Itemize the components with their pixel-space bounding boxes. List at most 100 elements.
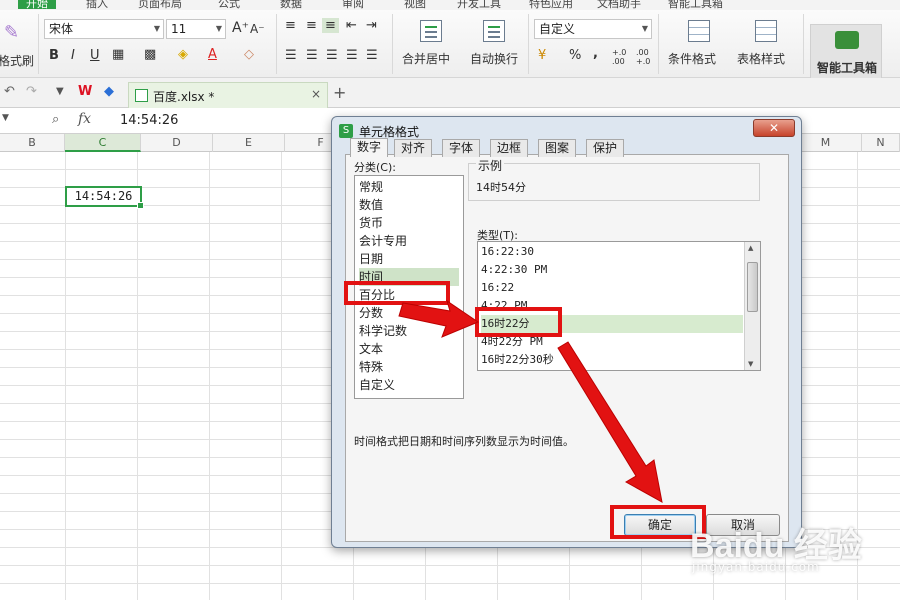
- ribbon-tab-developer[interactable]: 开发工具: [457, 0, 501, 10]
- ribbon-tab-review[interactable]: 审阅: [342, 0, 364, 10]
- align-center-icon[interactable]: ☰: [306, 48, 318, 63]
- increase-decimal-button[interactable]: +.0 .00: [612, 48, 632, 66]
- number-format-select[interactable]: 自定义 ▼: [534, 19, 652, 39]
- font-size-value: 11: [171, 22, 187, 36]
- ribbon-tab-special[interactable]: 特色应用: [529, 0, 573, 10]
- column-header-b[interactable]: B: [0, 134, 65, 152]
- distribute-icon[interactable]: ☰: [366, 48, 378, 63]
- category-general[interactable]: 常规: [359, 178, 459, 196]
- close-icon[interactable]: ✕: [753, 119, 795, 137]
- name-box-dropdown-icon[interactable]: ▼: [2, 113, 9, 123]
- scroll-up-icon[interactable]: ▲: [748, 244, 753, 252]
- ribbon-tab-home[interactable]: 开始: [18, 0, 56, 10]
- fill-color-icon[interactable]: ◈: [178, 47, 188, 62]
- increase-font-button[interactable]: A⁺: [232, 20, 249, 36]
- font-size-select[interactable]: 11 ▼: [166, 19, 226, 39]
- app-icon: S: [339, 124, 353, 138]
- tab-pattern[interactable]: 图案: [538, 139, 577, 157]
- quick-access-dropdown-icon[interactable]: ▼: [56, 86, 64, 97]
- undo-icon[interactable]: ↶: [4, 84, 15, 99]
- align-middle-icon[interactable]: ≡: [306, 18, 317, 33]
- category-currency[interactable]: 货币: [359, 214, 459, 232]
- tab-font[interactable]: 字体: [442, 139, 481, 157]
- category-fraction[interactable]: 分数: [359, 304, 459, 322]
- conditional-format-button[interactable]: 条件格式: [668, 50, 716, 67]
- category-scientific[interactable]: 科学记数: [359, 322, 459, 340]
- fill-pattern-icon[interactable]: ▩: [144, 47, 156, 62]
- category-date[interactable]: 日期: [359, 250, 459, 268]
- tab-protection[interactable]: 保护: [586, 139, 625, 157]
- formula-input[interactable]: 14:54:26: [120, 113, 178, 128]
- font-name-value: 宋体: [49, 22, 74, 36]
- comma-button[interactable]: ,: [593, 46, 598, 61]
- type-item[interactable]: 16时22分30秒: [481, 351, 743, 369]
- ribbon-divider: [658, 14, 659, 74]
- column-header-n[interactable]: N: [862, 134, 900, 152]
- type-item[interactable]: 16:22: [481, 279, 743, 297]
- percent-button[interactable]: %: [569, 48, 581, 63]
- table-style-button[interactable]: 表格样式: [737, 50, 785, 67]
- align-top-icon[interactable]: ≡: [285, 18, 296, 33]
- tab-border[interactable]: 边框: [490, 139, 529, 157]
- category-special[interactable]: 特殊: [359, 358, 459, 376]
- category-label: 分类(C):: [354, 161, 396, 174]
- column-header-e[interactable]: E: [213, 134, 285, 152]
- document-tab-label: 百度.xlsx *: [153, 90, 215, 104]
- document-tab[interactable]: 百度.xlsx * ×: [128, 82, 328, 108]
- font-color-button[interactable]: A: [208, 47, 217, 62]
- category-number[interactable]: 数值: [359, 196, 459, 214]
- format-painter-button[interactable]: 格式刷: [0, 52, 34, 69]
- active-cell[interactable]: 14:54:26: [65, 186, 144, 209]
- outdent-icon[interactable]: ⇥: [366, 18, 377, 33]
- smart-toolbox-button[interactable]: 智能工具箱: [810, 24, 882, 82]
- category-text[interactable]: 文本: [359, 340, 459, 358]
- ribbon-tab-page-layout[interactable]: 页面布局: [138, 0, 182, 10]
- category-accounting[interactable]: 会计专用: [359, 232, 459, 250]
- merge-center-button[interactable]: 合并居中: [402, 50, 450, 67]
- border-icon[interactable]: ▦: [112, 47, 124, 62]
- underline-button[interactable]: U: [90, 48, 100, 63]
- currency-icon[interactable]: ¥: [538, 48, 546, 63]
- ribbon-tab-view[interactable]: 视图: [404, 0, 426, 10]
- merge-center-icon[interactable]: [420, 20, 442, 42]
- align-right-icon[interactable]: ☰: [326, 48, 338, 63]
- scroll-down-icon[interactable]: ▼: [748, 360, 753, 368]
- close-icon[interactable]: ×: [311, 87, 321, 101]
- type-item[interactable]: 16:22:30: [481, 243, 743, 261]
- conditional-format-icon[interactable]: [688, 20, 710, 42]
- tab-alignment[interactable]: 对齐: [394, 139, 433, 157]
- redo-icon[interactable]: ↷: [26, 84, 37, 99]
- wrap-text-button[interactable]: 自动换行: [470, 50, 518, 67]
- wrap-text-icon[interactable]: [483, 20, 505, 42]
- ribbon-tab-smart-toolbox[interactable]: 智能工具箱: [668, 0, 723, 10]
- category-custom[interactable]: 自定义: [359, 376, 459, 394]
- type-item[interactable]: 4:22:30 PM: [481, 261, 743, 279]
- ribbon-tab-data[interactable]: 数据: [280, 0, 302, 10]
- search-icon[interactable]: ⌕: [52, 112, 59, 127]
- italic-button[interactable]: I: [71, 48, 75, 63]
- new-tab-button[interactable]: +: [333, 83, 346, 102]
- wps-logo-icon[interactable]: W: [78, 84, 92, 99]
- ribbon-tab-doc-helper[interactable]: 文档助手: [597, 0, 641, 10]
- justify-icon[interactable]: ☰: [346, 48, 358, 63]
- table-style-icon[interactable]: [755, 20, 777, 42]
- ribbon-tab-formulas[interactable]: 公式: [218, 0, 240, 10]
- baidu-watermark: Baidu 经验 jingyan.baidu.com: [690, 518, 890, 598]
- type-list-scrollbar[interactable]: ▲ ▼: [744, 242, 760, 370]
- type-list[interactable]: 16:22:30 4:22:30 PM 16:22 4:22 PM 16时22分…: [477, 241, 761, 371]
- column-header-c[interactable]: C: [65, 134, 141, 152]
- scrollbar-thumb[interactable]: [747, 262, 758, 312]
- tab-number[interactable]: 数字: [350, 138, 389, 157]
- font-name-select[interactable]: 宋体 ▼: [44, 19, 164, 39]
- align-bottom-icon[interactable]: ≡: [322, 18, 339, 33]
- clear-format-icon[interactable]: ◇: [244, 47, 254, 62]
- ribbon-tab-insert[interactable]: 插入: [86, 0, 108, 10]
- fx-button[interactable]: fx: [78, 111, 91, 127]
- column-header-d[interactable]: D: [141, 134, 213, 152]
- decrease-font-button[interactable]: A⁻: [250, 22, 265, 36]
- bold-button[interactable]: B: [49, 48, 59, 63]
- cube-icon[interactable]: ◆: [104, 84, 114, 99]
- decrease-decimal-button[interactable]: .00 +.0: [636, 48, 656, 66]
- indent-icon[interactable]: ⇤: [346, 18, 357, 33]
- align-left-icon[interactable]: ☰: [285, 48, 297, 63]
